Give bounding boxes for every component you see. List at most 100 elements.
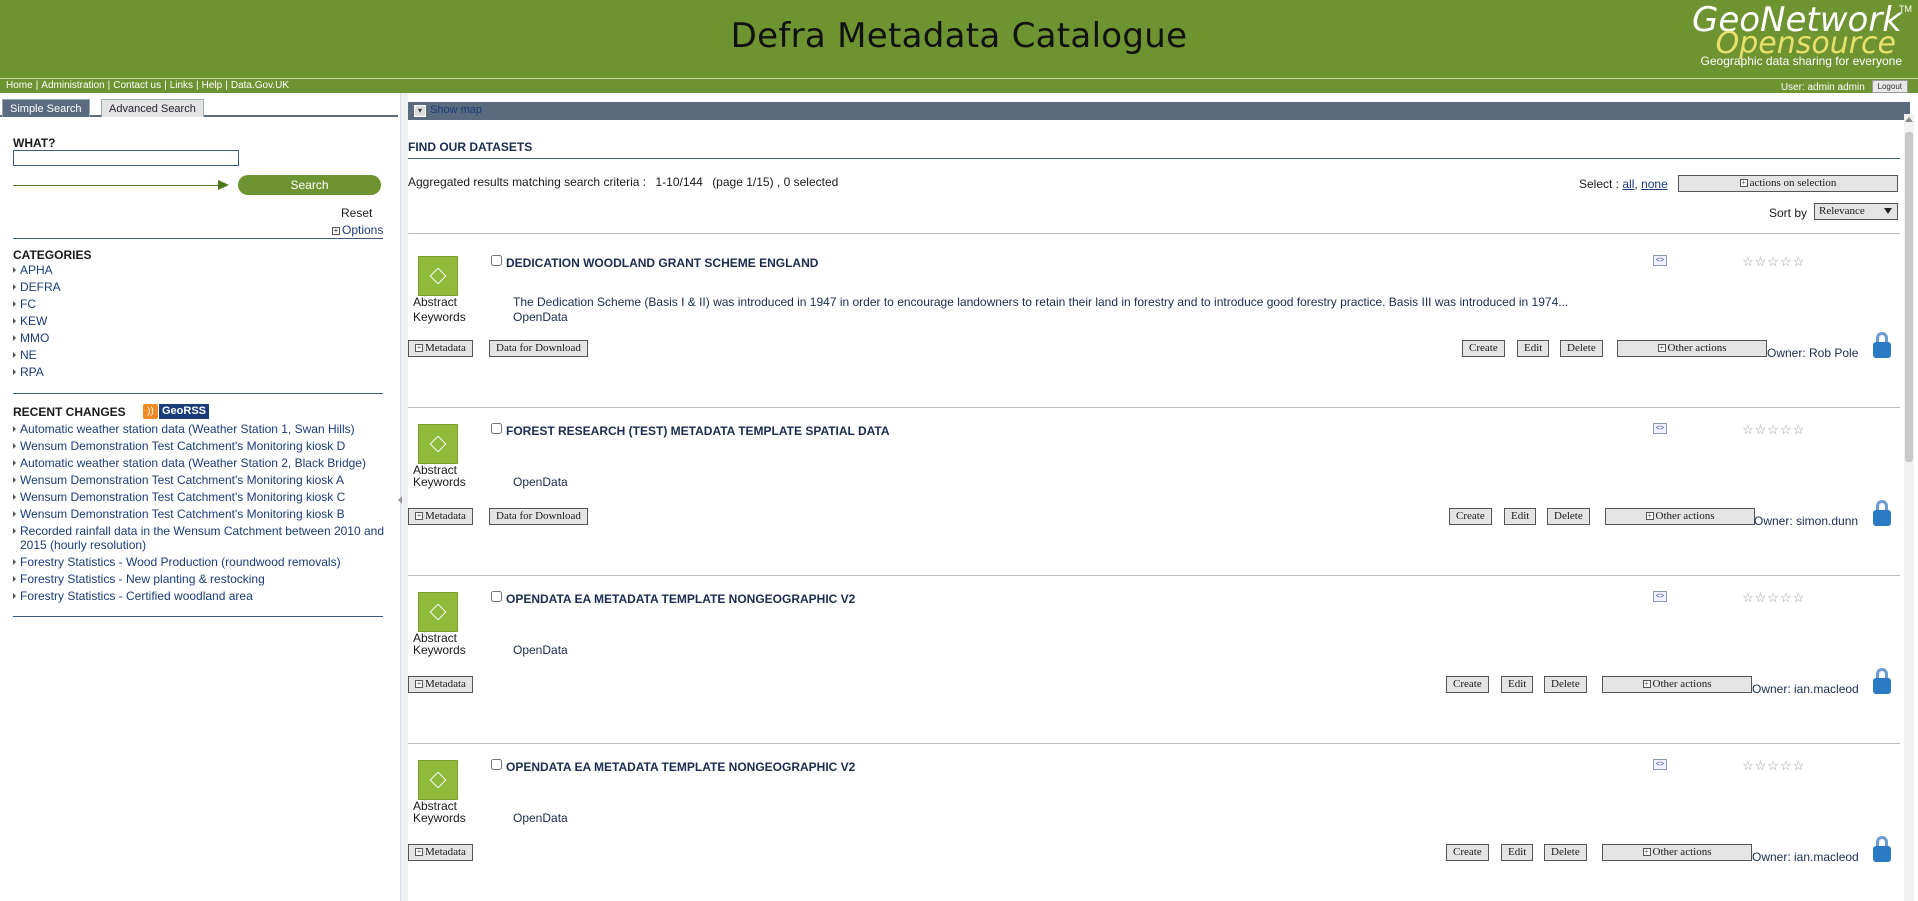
- results-summary: Aggregated results matching search crite…: [408, 175, 838, 189]
- delete-button[interactable]: Delete: [1544, 844, 1587, 861]
- options-toggle[interactable]: + Options: [332, 223, 383, 237]
- metadata-button[interactable]: + Metadata: [408, 508, 473, 525]
- edit-button[interactable]: Edit: [1501, 844, 1534, 861]
- category-item[interactable]: APHA: [13, 263, 61, 280]
- data-for-download-button[interactable]: Data for Download: [489, 340, 588, 357]
- other-actions-button[interactable]: + Other actions: [1602, 844, 1752, 861]
- metadata-button[interactable]: + Metadata: [408, 676, 473, 693]
- nav-link-help[interactable]: Help: [202, 80, 223, 91]
- tab-simple-search[interactable]: Simple Search: [2, 99, 90, 117]
- metadata-button[interactable]: + Metadata: [408, 340, 473, 357]
- edit-button[interactable]: Edit: [1517, 340, 1550, 357]
- recent-item[interactable]: Wensum Demonstration Test Catchment's Mo…: [13, 439, 388, 453]
- search-input[interactable]: [13, 150, 239, 166]
- results-range: 1-10/144: [655, 175, 703, 189]
- search-button[interactable]: Search: [238, 175, 381, 195]
- nav-link-links[interactable]: Links: [170, 80, 193, 91]
- dataset-thumbnail[interactable]: [418, 256, 458, 296]
- dataset-thumbnail[interactable]: [418, 424, 458, 464]
- unlocked-icon[interactable]: [1870, 836, 1892, 862]
- show-map-bar[interactable]: ▾ Show map: [408, 102, 1910, 120]
- recent-item[interactable]: Forestry Statistics - Wood Production (r…: [13, 555, 388, 569]
- recent-item[interactable]: Wensum Demonstration Test Catchment's Mo…: [13, 490, 388, 504]
- record-select-checkbox[interactable]: [491, 759, 502, 770]
- dataset-thumbnail[interactable]: [418, 760, 458, 800]
- scroll-up-icon[interactable]: [1905, 117, 1913, 122]
- collapse-left-icon[interactable]: [398, 496, 402, 504]
- other-actions-button[interactable]: + Other actions: [1617, 340, 1767, 357]
- record-select-checkbox[interactable]: [491, 591, 502, 602]
- record-keywords[interactable]: OpenData: [513, 643, 568, 657]
- delete-button[interactable]: Delete: [1560, 340, 1603, 357]
- nav-link-administration[interactable]: Administration: [41, 80, 104, 91]
- record-owner: Owner: simon.dunn: [1754, 514, 1859, 528]
- results-scrollbar[interactable]: [1904, 114, 1914, 901]
- recent-item[interactable]: Wensum Demonstration Test Catchment's Mo…: [13, 473, 388, 487]
- record-title[interactable]: DEDICATION WOODLAND GRANT SCHEME ENGLAND: [506, 256, 818, 270]
- keywords-label: Keywords: [413, 811, 466, 825]
- recent-item[interactable]: Wensum Demonstration Test Catchment's Mo…: [13, 507, 388, 521]
- rating-stars[interactable]: ☆☆☆☆☆: [1742, 422, 1805, 438]
- recent-item[interactable]: Automatic weather station data (Weather …: [13, 422, 388, 436]
- unlocked-icon[interactable]: [1870, 500, 1892, 526]
- record-keywords[interactable]: OpenData: [513, 475, 568, 489]
- create-button[interactable]: Create: [1446, 844, 1489, 861]
- rating-stars[interactable]: ☆☆☆☆☆: [1742, 590, 1805, 606]
- dataset-thumbnail[interactable]: [418, 592, 458, 632]
- rating-stars[interactable]: ☆☆☆☆☆: [1742, 254, 1805, 270]
- unlocked-icon[interactable]: [1870, 332, 1892, 358]
- nav-link-contact[interactable]: Contact us: [113, 80, 161, 91]
- metadata-button[interactable]: + Metadata: [408, 844, 473, 861]
- category-item[interactable]: NE: [13, 348, 61, 365]
- recent-item[interactable]: Forestry Statistics - New planting & res…: [13, 572, 388, 586]
- bullet-icon: [13, 443, 16, 449]
- category-item[interactable]: MMO: [13, 331, 61, 348]
- sort-select[interactable]: Relevance: [1814, 203, 1898, 220]
- category-item[interactable]: KEW: [13, 314, 61, 331]
- geonetwork-logo[interactable]: GeoNetwork TM Opensource Geographic data…: [1672, 0, 1912, 72]
- create-button[interactable]: Create: [1449, 508, 1492, 525]
- edit-button[interactable]: Edit: [1501, 676, 1534, 693]
- recent-item[interactable]: Forestry Statistics - Certified woodland…: [13, 589, 388, 603]
- view-icon[interactable]: <>: [1653, 255, 1667, 266]
- rating-stars[interactable]: ☆☆☆☆☆: [1742, 758, 1805, 774]
- view-icon[interactable]: <>: [1653, 423, 1667, 434]
- record-keywords[interactable]: OpenData: [513, 811, 568, 825]
- category-item[interactable]: RPA: [13, 365, 61, 382]
- create-button[interactable]: Create: [1462, 340, 1505, 357]
- recent-item-label: Wensum Demonstration Test Catchment's Mo…: [20, 439, 346, 453]
- record-select-checkbox[interactable]: [491, 255, 502, 266]
- view-icon[interactable]: <>: [1653, 591, 1667, 602]
- nav-link-home[interactable]: Home: [6, 80, 33, 91]
- view-icon[interactable]: <>: [1653, 759, 1667, 770]
- record-select-checkbox[interactable]: [491, 423, 502, 434]
- delete-button[interactable]: Delete: [1544, 676, 1587, 693]
- delete-button[interactable]: Delete: [1547, 508, 1590, 525]
- recent-item[interactable]: Automatic weather station data (Weather …: [13, 456, 388, 470]
- reset-link[interactable]: Reset: [341, 206, 372, 220]
- category-item[interactable]: FC: [13, 297, 61, 314]
- edit-button[interactable]: Edit: [1504, 508, 1537, 525]
- select-all-link[interactable]: all: [1622, 177, 1634, 191]
- show-map-link[interactable]: Show map: [430, 104, 482, 116]
- tab-advanced-search[interactable]: Advanced Search: [101, 99, 204, 117]
- scroll-thumb[interactable]: [1905, 132, 1913, 462]
- logout-button[interactable]: Logout: [1871, 80, 1908, 93]
- category-item[interactable]: DEFRA: [13, 280, 61, 297]
- nav-link-datagovuk[interactable]: Data.Gov.UK: [231, 80, 289, 91]
- metadata-label: Metadata: [425, 342, 466, 354]
- logo-tagline: Geographic data sharing for everyone: [1700, 54, 1902, 68]
- record-title[interactable]: OPENDATA EA METADATA TEMPLATE NONGEOGRAP…: [506, 592, 855, 606]
- record-title[interactable]: OPENDATA EA METADATA TEMPLATE NONGEOGRAP…: [506, 760, 855, 774]
- category-label: DEFRA: [20, 280, 61, 294]
- record-keywords[interactable]: OpenData: [513, 310, 568, 324]
- recent-item[interactable]: Recorded rainfall data in the Wensum Cat…: [13, 524, 388, 552]
- create-button[interactable]: Create: [1446, 676, 1489, 693]
- select-none-link[interactable]: none: [1641, 177, 1668, 191]
- other-actions-button[interactable]: + Other actions: [1602, 676, 1752, 693]
- unlocked-icon[interactable]: [1870, 668, 1892, 694]
- data-for-download-button[interactable]: Data for Download: [489, 508, 588, 525]
- other-actions-button[interactable]: + Other actions: [1605, 508, 1755, 525]
- actions-on-selection-button[interactable]: + actions on selection: [1678, 175, 1898, 192]
- record-title[interactable]: FOREST RESEARCH (TEST) METADATA TEMPLATE…: [506, 424, 890, 438]
